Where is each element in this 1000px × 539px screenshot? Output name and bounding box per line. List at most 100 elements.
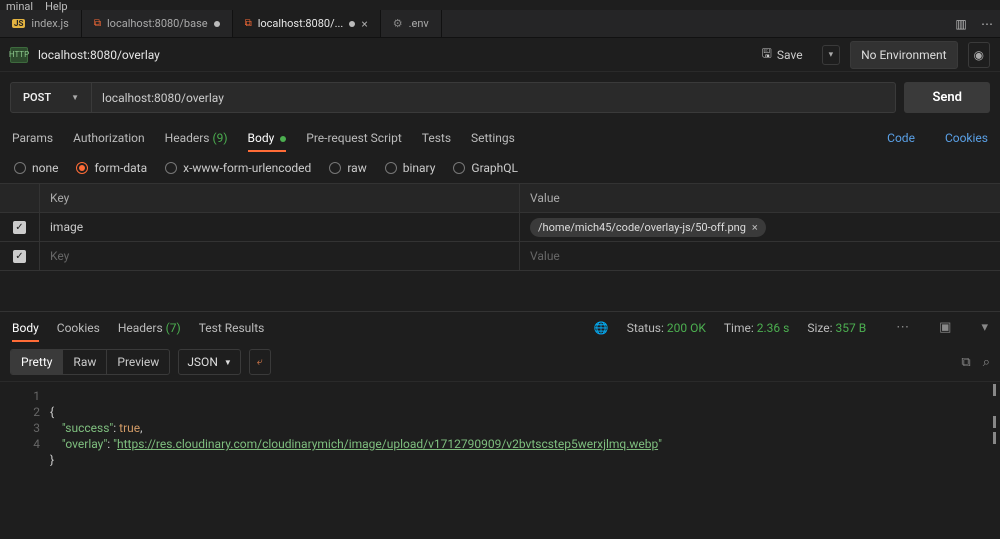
editor-tab-bar: JS index.js ⧉ localhost:8080/base ⧉ loca… bbox=[0, 10, 1000, 38]
minimap-marker bbox=[993, 384, 996, 396]
response-lang-select[interactable]: JSON ▼ bbox=[178, 349, 240, 375]
tab-body[interactable]: Body bbox=[248, 125, 287, 151]
tab-tests[interactable]: Tests bbox=[422, 125, 451, 151]
modified-dot-icon bbox=[349, 21, 355, 27]
tab-prerequest[interactable]: Pre-request Script bbox=[306, 125, 401, 151]
column-header-key: Key bbox=[40, 184, 520, 212]
gear-icon: ⚙ bbox=[393, 17, 403, 30]
response-code: { "success": true, "overlay": "https://r… bbox=[50, 388, 1000, 468]
http-request-icon: HTTP bbox=[10, 47, 28, 63]
save-icon: 🖫 bbox=[762, 44, 772, 65]
view-preview[interactable]: Preview bbox=[107, 350, 169, 374]
wrap-lines-icon[interactable]: ⤶ bbox=[249, 349, 271, 375]
save-button[interactable]: 🖫 Save bbox=[753, 38, 812, 71]
tab-settings[interactable]: Settings bbox=[471, 125, 515, 151]
app-menubar: minal Help bbox=[0, 0, 1000, 10]
http-method-label: POST bbox=[23, 91, 51, 104]
line-gutter: 1 2 3 4 bbox=[0, 388, 50, 468]
row-value-input[interactable]: Value bbox=[520, 249, 1000, 263]
request-url-input[interactable] bbox=[92, 83, 895, 112]
chevron-down-icon[interactable]: ▾ bbox=[981, 320, 988, 335]
file-chip-label: /home/mich45/code/overlay-js/50-off.png bbox=[538, 221, 746, 234]
save-label: Save bbox=[777, 48, 803, 62]
response-code-area[interactable]: 1 2 3 4 { "success": true, "overlay": "h… bbox=[0, 382, 1000, 474]
bodytype-raw[interactable]: raw bbox=[329, 161, 366, 175]
row-key-input[interactable]: Key bbox=[40, 242, 520, 270]
body-type-row: none form-data x-www-form-urlencoded raw… bbox=[0, 153, 1000, 183]
tab-headers[interactable]: Headers (9) bbox=[165, 125, 228, 151]
view-pretty[interactable]: Pretty bbox=[11, 350, 63, 374]
send-button[interactable]: Send bbox=[904, 82, 990, 113]
table-row: ✓ image /home/mich45/code/overlay-js/50-… bbox=[0, 213, 1000, 242]
cookies-link[interactable]: Cookies bbox=[945, 131, 988, 145]
tab-headers-label: Headers bbox=[165, 131, 210, 145]
code-link[interactable]: Code bbox=[887, 131, 915, 145]
globe-icon[interactable]: 🌐 bbox=[594, 321, 609, 335]
chevron-down-icon: ▼ bbox=[224, 358, 232, 367]
table-row-empty: ✓ Key Value bbox=[0, 242, 1000, 271]
request-title: localhost:8080/overlay bbox=[38, 48, 160, 62]
row-enabled-checkbox[interactable]: ✓ bbox=[13, 221, 26, 234]
remove-file-icon[interactable]: × bbox=[752, 221, 758, 234]
minimap-marker bbox=[993, 416, 996, 428]
resp-tab-body[interactable]: Body bbox=[12, 314, 39, 342]
editor-tab-label: localhost:8080/... bbox=[258, 17, 344, 30]
row-enabled-checkbox[interactable]: ✓ bbox=[13, 250, 26, 263]
editor-tab-pm-base[interactable]: ⧉ localhost:8080/base bbox=[82, 10, 233, 37]
environment-quicklook-icon[interactable]: ◉ bbox=[968, 42, 990, 68]
resp-tab-headers[interactable]: Headers (7) bbox=[118, 314, 181, 342]
bodytype-none[interactable]: none bbox=[14, 161, 58, 175]
editor-tab-label: .env bbox=[409, 17, 429, 30]
headers-count: (9) bbox=[212, 131, 227, 145]
editor-tab-label: localhost:8080/base bbox=[107, 17, 208, 30]
resp-tab-tests[interactable]: Test Results bbox=[199, 314, 265, 342]
postman-tab-icon: ⧉ bbox=[94, 18, 101, 29]
editor-tab-env[interactable]: ⚙ .env bbox=[381, 10, 442, 37]
bodytype-binary[interactable]: binary bbox=[385, 161, 436, 175]
formdata-table: Key Value ✓ image /home/mich45/code/over… bbox=[0, 183, 1000, 271]
chevron-down-icon: ▼ bbox=[71, 93, 79, 102]
body-active-dot-icon bbox=[280, 136, 286, 142]
view-raw[interactable]: Raw bbox=[63, 350, 107, 374]
editor-tab-pm-overlay[interactable]: ⧉ localhost:8080/... × bbox=[233, 10, 381, 37]
response-view-row: Pretty Raw Preview JSON ▼ ⤶ ⧉ ⌕ bbox=[0, 343, 1000, 382]
time-meta: Time: 2.36 s bbox=[724, 321, 789, 335]
request-header: HTTP localhost:8080/overlay 🖫 Save ▾ No … bbox=[0, 38, 1000, 72]
more-icon[interactable]: ⋯ bbox=[896, 320, 909, 335]
method-url-group: POST ▼ bbox=[10, 82, 896, 113]
postman-tab-icon: ⧉ bbox=[245, 18, 252, 29]
minimap-marker bbox=[993, 432, 996, 444]
view-mode-segment: Pretty Raw Preview bbox=[10, 349, 170, 375]
resp-tab-cookies[interactable]: Cookies bbox=[57, 314, 100, 342]
status-meta: Status: 200 OK bbox=[627, 321, 706, 335]
save-options-dropdown[interactable]: ▾ bbox=[822, 45, 841, 65]
editor-tab-indexjs[interactable]: JS index.js bbox=[0, 10, 82, 37]
table-header-row: Key Value bbox=[0, 184, 1000, 213]
more-icon[interactable]: ⋯ bbox=[974, 10, 1000, 37]
menu-item-help[interactable]: Help bbox=[45, 0, 68, 10]
save-response-icon[interactable]: ▣ bbox=[939, 320, 951, 335]
tab-params[interactable]: Params bbox=[12, 125, 53, 151]
environment-select[interactable]: No Environment bbox=[850, 41, 957, 69]
split-editor-icon[interactable]: ▥ bbox=[948, 10, 974, 37]
row-key-input[interactable]: image bbox=[40, 213, 520, 241]
bodytype-urlencoded[interactable]: x-www-form-urlencoded bbox=[165, 161, 311, 175]
menu-item-terminal[interactable]: minal bbox=[6, 0, 33, 10]
close-icon[interactable]: × bbox=[361, 17, 367, 31]
resp-headers-count: (7) bbox=[166, 321, 181, 335]
modified-dot-icon bbox=[214, 21, 220, 27]
request-url-row: POST ▼ Send bbox=[0, 72, 1000, 123]
size-meta: Size: 357 B bbox=[807, 321, 866, 335]
search-icon[interactable]: ⌕ bbox=[983, 355, 990, 370]
request-section-tabs: Params Authorization Headers (9) Body Pr… bbox=[0, 123, 1000, 153]
bodytype-graphql[interactable]: GraphQL bbox=[453, 161, 518, 175]
http-method-select[interactable]: POST ▼ bbox=[11, 83, 92, 112]
column-header-value: Value bbox=[520, 191, 1000, 205]
editor-tab-label: index.js bbox=[31, 17, 68, 30]
file-chip[interactable]: /home/mich45/code/overlay-js/50-off.png … bbox=[530, 218, 766, 237]
copy-icon[interactable]: ⧉ bbox=[961, 355, 970, 370]
js-file-icon: JS bbox=[12, 19, 25, 28]
bodytype-formdata[interactable]: form-data bbox=[76, 161, 147, 175]
tab-authorization[interactable]: Authorization bbox=[73, 125, 145, 151]
response-bar: Body Cookies Headers (7) Test Results 🌐 … bbox=[0, 311, 1000, 343]
